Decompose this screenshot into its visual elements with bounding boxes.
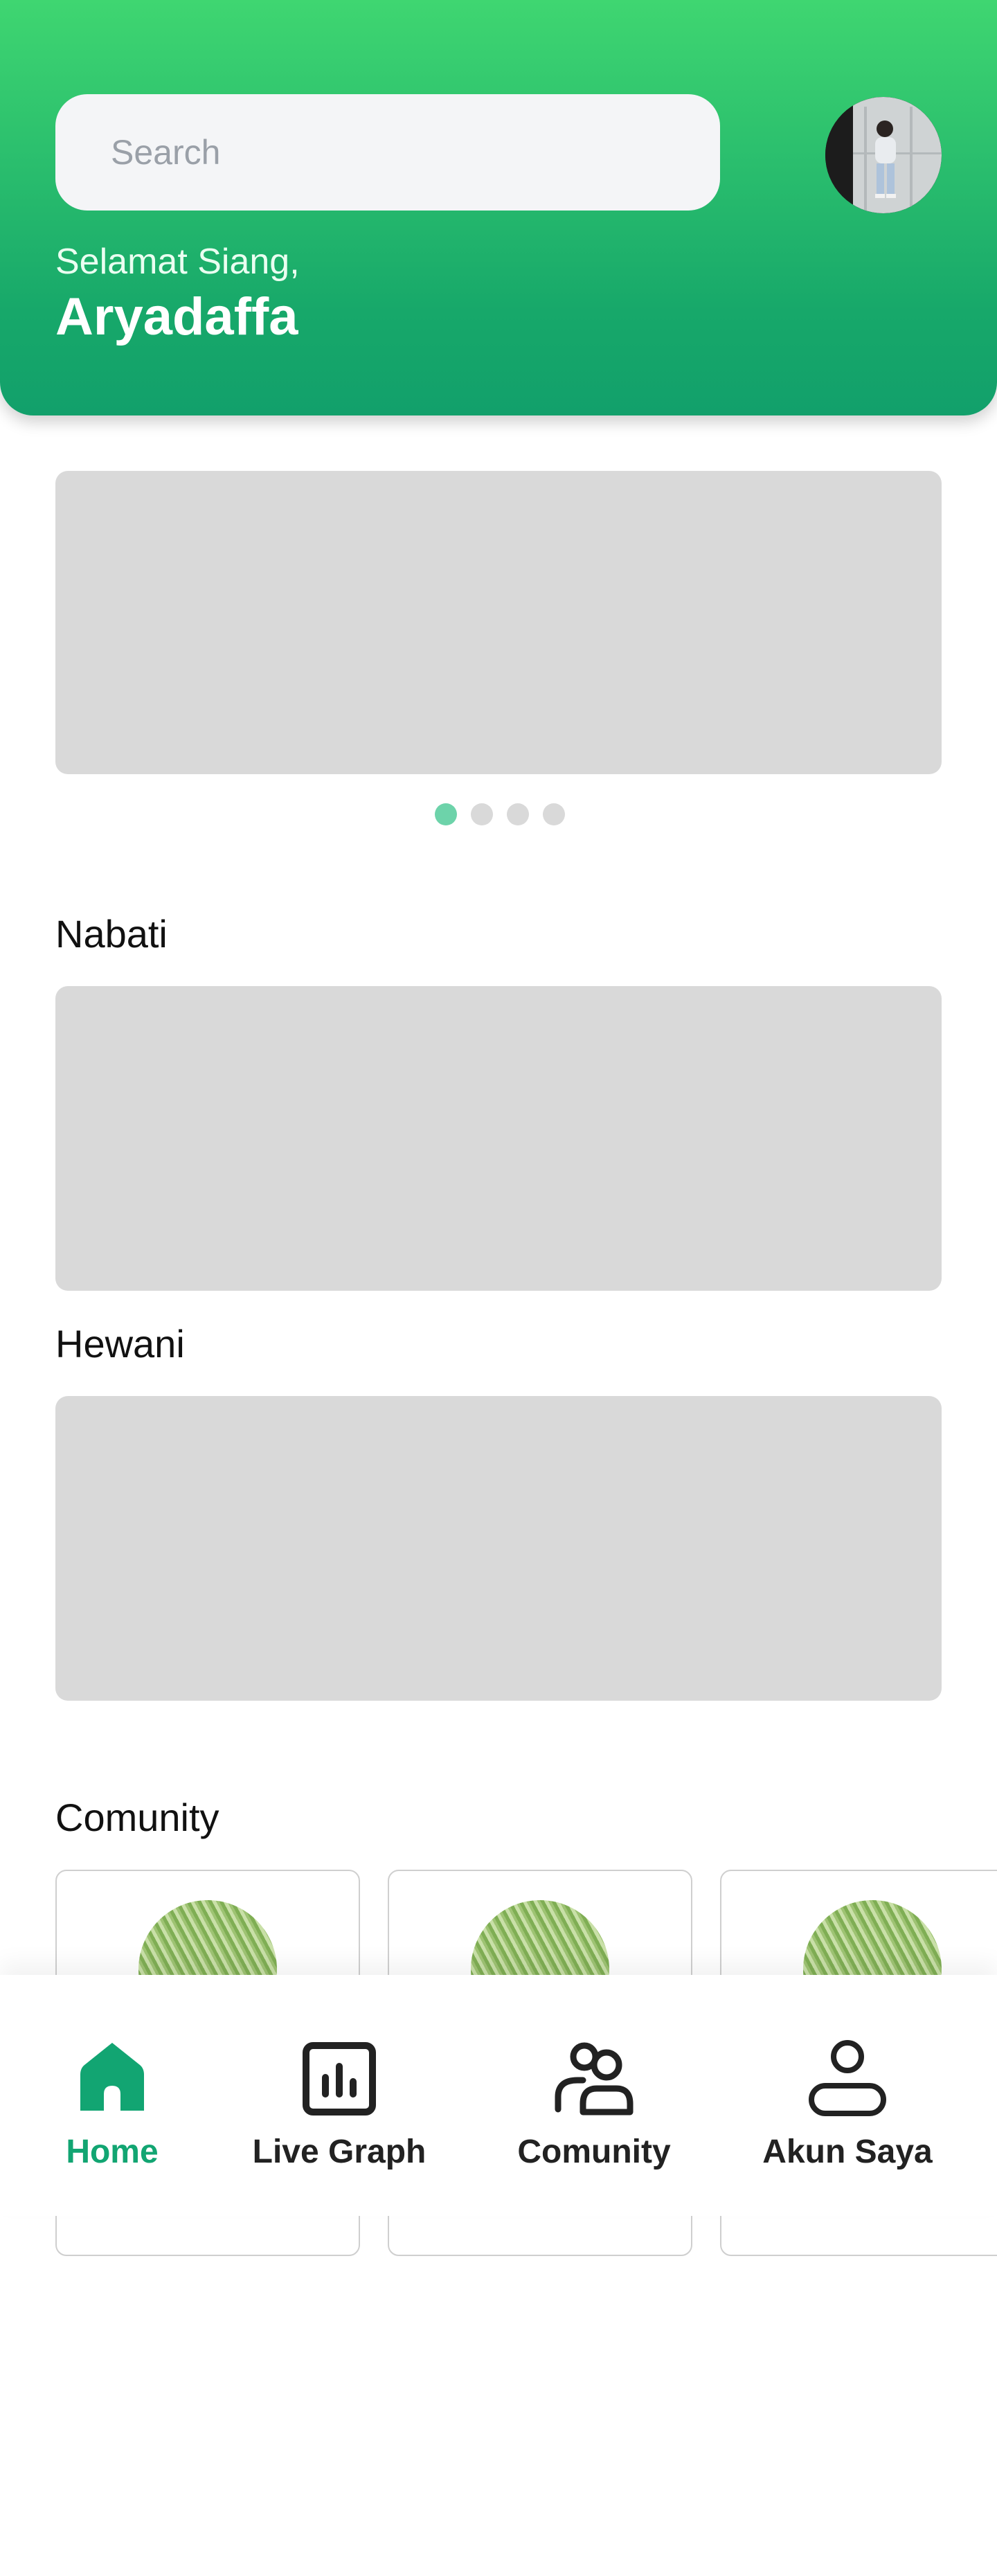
community-icon [555, 2042, 634, 2116]
carousel-dot-active[interactable] [435, 803, 457, 825]
hewani-content[interactable] [55, 1396, 942, 1701]
search-placeholder: Search [111, 133, 221, 172]
section-title-nabati: Nabati [55, 912, 168, 956]
home-icon [80, 2043, 144, 2111]
avatar[interactable] [825, 97, 942, 213]
carousel-dot[interactable] [543, 803, 565, 825]
bar-chart-icon [303, 2042, 376, 2116]
nav-label: Home [66, 2134, 159, 2170]
avatar-photo [825, 97, 942, 213]
carousel-dot[interactable] [471, 803, 493, 825]
nabati-content[interactable] [55, 986, 942, 1291]
header: Search Selamat Siang, Aryadaffa [0, 0, 997, 415]
nav-label: Akun Saya [762, 2134, 933, 2170]
greeting-text: Selamat Siang, [55, 242, 300, 282]
nav-item-live-graph[interactable]: Live Graph [235, 2037, 443, 2171]
section-title-comunity: Comunity [55, 1796, 219, 1839]
nav-item-community[interactable]: Comunity [490, 2037, 698, 2171]
promo-banner[interactable] [55, 471, 942, 774]
carousel-dot[interactable] [507, 803, 529, 825]
bottom-navigation: Home Live Graph Comunity Akun Saya [0, 1975, 997, 2216]
user-name: Aryadaffa [55, 287, 298, 346]
nav-item-akun-saya[interactable]: Akun Saya [744, 2037, 951, 2171]
nav-label: Live Graph [252, 2134, 426, 2170]
search-input[interactable]: Search [55, 94, 720, 211]
nav-label: Comunity [517, 2134, 671, 2170]
nav-item-home[interactable]: Home [8, 2037, 216, 2171]
user-icon [809, 2040, 886, 2116]
section-title-hewani: Hewani [55, 1322, 185, 1366]
carousel-indicator [435, 803, 565, 825]
